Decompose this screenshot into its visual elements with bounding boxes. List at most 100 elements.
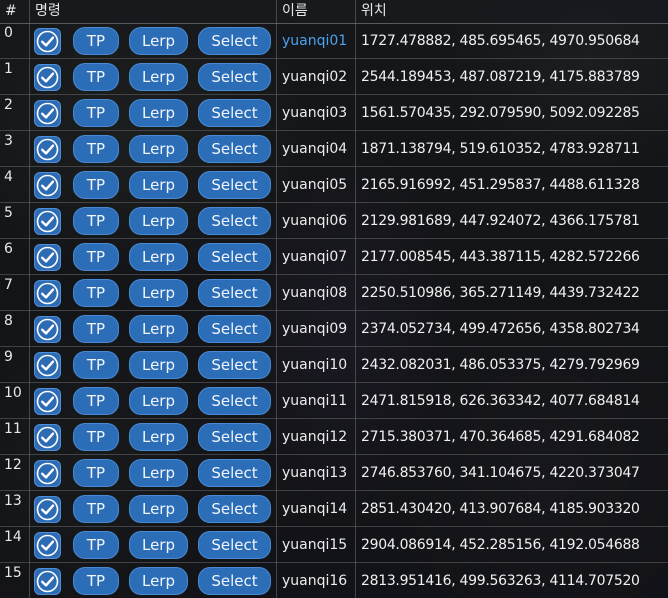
select-button[interactable]: Select [198,63,271,91]
tp-button[interactable]: TP [73,207,119,235]
table-row[interactable]: 2 TP Lerp Select yuanqi03 1561.570435, 292.07… [0,95,668,131]
table-row[interactable]: 14 TP Lerp Select yuanqi15 2904.086914, 452.2… [0,527,668,563]
lerp-button[interactable]: Lerp [129,567,188,595]
enable-checkbox[interactable] [34,136,61,163]
enable-checkbox[interactable] [34,100,61,127]
select-button[interactable]: Select [198,387,271,415]
select-button[interactable]: Select [198,99,271,127]
object-name[interactable]: yuanqi09 [282,311,347,347]
lerp-button[interactable]: Lerp [129,387,188,415]
lerp-button[interactable]: Lerp [129,531,188,559]
table-row[interactable]: 13 TP Lerp Select yuanqi14 2851.430420, 413.9… [0,491,668,527]
column-divider [276,0,277,598]
object-name[interactable]: yuanqi03 [282,95,347,131]
object-name[interactable]: yuanqi08 [282,275,347,311]
object-name[interactable]: yuanqi02 [282,59,347,95]
table-row[interactable]: 5 TP Lerp Select yuanqi06 2129.981689, 447.92… [0,203,668,239]
enable-checkbox[interactable] [34,352,61,379]
tp-button[interactable]: TP [73,171,119,199]
select-button[interactable]: Select [198,531,271,559]
select-button[interactable]: Select [198,567,271,595]
object-name[interactable]: yuanqi07 [282,239,347,275]
tp-button[interactable]: TP [73,315,119,343]
checkmark-icon [36,462,59,485]
table-row[interactable]: 7 TP Lerp Select yuanqi08 2250.510986, 365.27… [0,275,668,311]
enable-checkbox[interactable] [34,496,61,523]
enable-checkbox[interactable] [34,532,61,559]
enable-checkbox[interactable] [34,460,61,487]
tp-button[interactable]: TP [73,423,119,451]
object-position: 2746.853760, 341.104675, 4220.373047 [361,465,640,481]
lerp-button[interactable]: Lerp [129,279,188,307]
select-button[interactable]: Select [198,135,271,163]
table-row[interactable]: 12 TP Lerp Select yuanqi13 2746.853760, 341.1… [0,455,668,491]
tp-button[interactable]: TP [73,351,119,379]
enable-checkbox[interactable] [34,568,61,595]
select-button[interactable]: Select [198,423,271,451]
select-button[interactable]: Select [198,243,271,271]
object-name[interactable]: yuanqi15 [282,527,347,563]
select-button[interactable]: Select [198,459,271,487]
tp-button[interactable]: TP [73,567,119,595]
enable-checkbox[interactable] [34,388,61,415]
select-button[interactable]: Select [198,495,271,523]
table-row[interactable]: 1 TP Lerp Select yuanqi02 2544.189453, 487.08… [0,59,668,95]
tp-button[interactable]: TP [73,99,119,127]
lerp-button[interactable]: Lerp [129,351,188,379]
tp-button[interactable]: TP [73,27,119,55]
object-name[interactable]: yuanqi04 [282,131,347,167]
table-row[interactable]: 9 TP Lerp Select yuanqi10 2432.082031, 486.05… [0,347,668,383]
object-name[interactable]: yuanqi14 [282,491,347,527]
lerp-button[interactable]: Lerp [129,243,188,271]
table-row[interactable]: 0 TP Lerp Select yuanqi01 1727.478882, 485.69… [0,23,668,59]
lerp-button[interactable]: Lerp [129,495,188,523]
enable-checkbox[interactable] [34,424,61,451]
lerp-button[interactable]: Lerp [129,459,188,487]
table-row[interactable]: 11 TP Lerp Select yuanqi12 2715.380371, 470.3… [0,419,668,455]
tp-button[interactable]: TP [73,243,119,271]
tp-button[interactable]: TP [73,495,119,523]
object-name[interactable]: yuanqi05 [282,167,347,203]
enable-checkbox[interactable] [34,172,61,199]
enable-checkbox[interactable] [34,28,61,55]
table-row[interactable]: 8 TP Lerp Select yuanqi09 2374.052734, 499.47… [0,311,668,347]
lerp-button[interactable]: Lerp [129,135,188,163]
object-name[interactable]: yuanqi13 [282,455,347,491]
table-row[interactable]: 10 TP Lerp Select yuanqi11 2471.815918, 626.3… [0,383,668,419]
enable-checkbox[interactable] [34,316,61,343]
lerp-button[interactable]: Lerp [129,27,188,55]
select-button[interactable]: Select [198,351,271,379]
enable-checkbox[interactable] [34,244,61,271]
tp-button[interactable]: TP [73,279,119,307]
tp-button[interactable]: TP [73,459,119,487]
tp-button[interactable]: TP [73,387,119,415]
checkmark-icon [36,318,59,341]
object-name[interactable]: yuanqi01 [282,23,347,59]
enable-checkbox[interactable] [34,64,61,91]
object-name[interactable]: yuanqi16 [282,563,347,598]
tp-button[interactable]: TP [73,531,119,559]
tp-button[interactable]: TP [73,63,119,91]
lerp-button[interactable]: Lerp [129,99,188,127]
tp-button[interactable]: TP [73,135,119,163]
object-name[interactable]: yuanqi06 [282,203,347,239]
table-row[interactable]: 4 TP Lerp Select yuanqi05 2165.916992, 451.29… [0,167,668,203]
lerp-button[interactable]: Lerp [129,423,188,451]
lerp-button[interactable]: Lerp [129,207,188,235]
object-name[interactable]: yuanqi12 [282,419,347,455]
table-row[interactable]: 3 TP Lerp Select yuanqi04 1871.138794, 519.61… [0,131,668,167]
select-button[interactable]: Select [198,207,271,235]
enable-checkbox[interactable] [34,208,61,235]
lerp-button[interactable]: Lerp [129,63,188,91]
table-row[interactable]: 15 TP Lerp Select yuanqi16 2813.951416, 499.5… [0,563,668,598]
select-button[interactable]: Select [198,315,271,343]
enable-checkbox[interactable] [34,280,61,307]
select-button[interactable]: Select [198,279,271,307]
lerp-button[interactable]: Lerp [129,315,188,343]
select-button[interactable]: Select [198,27,271,55]
lerp-button[interactable]: Lerp [129,171,188,199]
select-button[interactable]: Select [198,171,271,199]
object-name[interactable]: yuanqi11 [282,383,347,419]
object-name[interactable]: yuanqi10 [282,347,347,383]
table-row[interactable]: 6 TP Lerp Select yuanqi07 2177.008545, 443.38… [0,239,668,275]
